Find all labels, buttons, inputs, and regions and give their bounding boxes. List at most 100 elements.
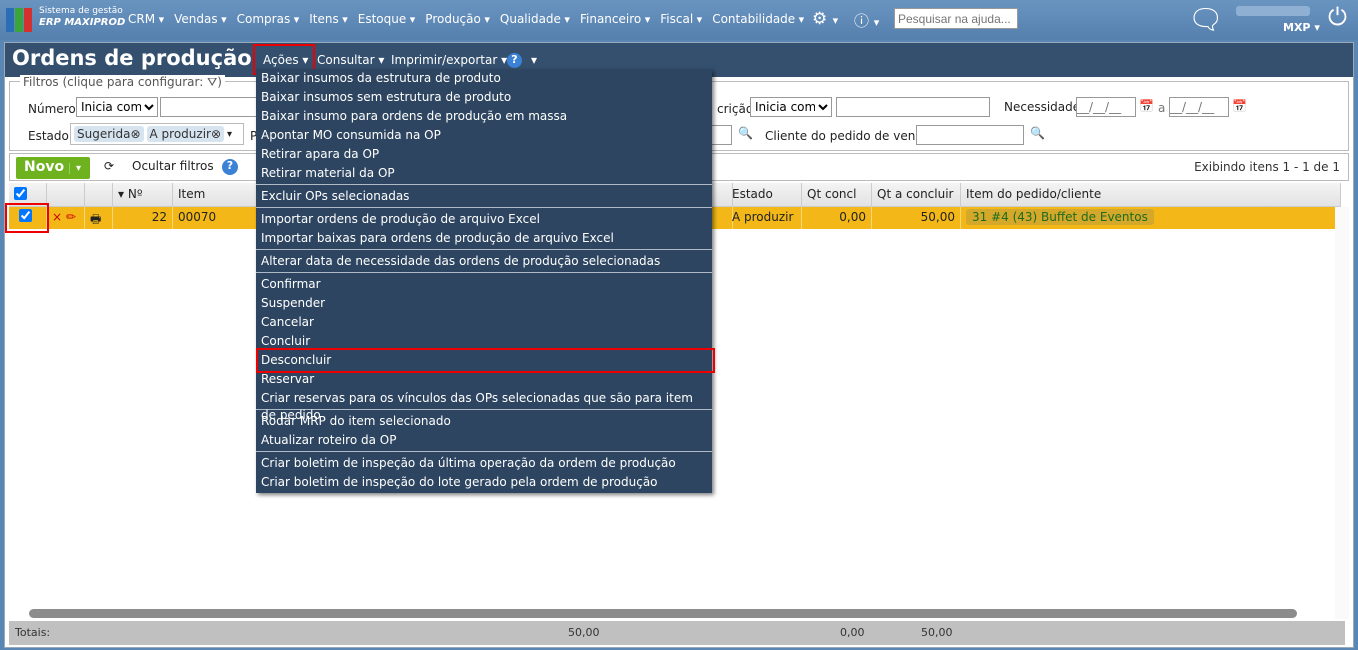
nav-estoque[interactable]: Estoque	[358, 12, 416, 26]
horizontal-scrollbar[interactable]	[29, 609, 1297, 618]
brand-line1: Sistema de gestão	[39, 6, 123, 16]
search-icon[interactable]: 🔍	[1030, 126, 1045, 140]
menu-item[interactable]: Baixar insumos sem estrutura de produto	[256, 88, 712, 107]
calendar-icon[interactable]: 📅	[1232, 99, 1247, 113]
gear-icon[interactable]: ⚙ ▾	[812, 9, 838, 29]
more-menu-button[interactable]: ▾	[531, 53, 537, 67]
menu-item[interactable]: Excluir OPs selecionadas	[256, 187, 712, 206]
necessidade-to-input[interactable]	[1169, 97, 1229, 117]
menu-item[interactable]: Importar baixas para ordens de produção …	[256, 229, 712, 248]
menu-item[interactable]: Confirmar	[256, 275, 712, 294]
brand-line2: ERP MAXIPROD	[39, 17, 126, 28]
user-name-blurred	[1236, 6, 1310, 16]
nav-contabilidade[interactable]: Contabilidade	[712, 12, 804, 26]
nav-qualidade[interactable]: Qualidade	[500, 12, 570, 26]
chat-icon[interactable]: 🗨	[1188, 3, 1224, 36]
novo-button[interactable]: Novo ▾	[16, 157, 90, 179]
company-selector[interactable]: MXP	[1283, 21, 1311, 34]
numero-operator-select[interactable]: Inicia com	[76, 97, 158, 117]
necessidade-label: Necessidade	[1004, 100, 1081, 114]
help-icon[interactable]: ⓘ ▾	[854, 10, 879, 31]
menu-item[interactable]: Atualizar roteiro da OP	[256, 431, 712, 450]
menu-item[interactable]: Suspender	[256, 294, 712, 313]
cell-no: 22	[113, 207, 173, 229]
menu-separator	[256, 272, 712, 273]
help-icon[interactable]: ?	[507, 53, 522, 68]
acoes-dropdown-menu: Baixar insumos da estrutura de produto Ba…	[256, 69, 712, 493]
estado-label: Estado	[28, 129, 69, 143]
help-icon[interactable]: ?	[222, 159, 238, 175]
col-no[interactable]: ▾ Nº	[113, 183, 173, 206]
search-icon[interactable]: 🔍	[738, 126, 753, 140]
menu-item[interactable]: Alterar data de necessidade das ordens d…	[256, 252, 712, 271]
filter-icon: ⛛	[207, 75, 218, 89]
nav-vendas[interactable]: Vendas	[174, 12, 227, 26]
power-icon[interactable]: ⏻	[1328, 3, 1347, 31]
delete-icon[interactable]: ×	[52, 210, 62, 224]
numero-label: Número	[28, 102, 76, 116]
cell-qt-a-concluir: 50,00	[872, 207, 961, 229]
p-input[interactable]	[710, 125, 732, 145]
consultar-menu-button[interactable]: Consultar ▾	[317, 53, 384, 67]
chip-a-produzir[interactable]: A produzir⊗	[146, 126, 225, 142]
menu-item[interactable]: Cancelar	[256, 313, 712, 332]
estado-multiselect[interactable]: Sugerida⊗ A produzir⊗ ▾	[70, 123, 244, 145]
pagination-info: Exibindo itens 1 - 1 de 1	[1194, 160, 1340, 174]
nav-fiscal[interactable]: Fiscal	[660, 12, 702, 26]
menu-separator	[256, 184, 712, 185]
filters-legend[interactable]: Filtros (clique para configurar: ⛛)	[20, 75, 225, 90]
necessidade-from-input[interactable]	[1076, 97, 1136, 117]
totals-row: Totais: 50,00 0,00 50,00	[9, 621, 1345, 645]
col-estado[interactable]: Estado	[727, 183, 802, 206]
total-1: 50,00	[568, 626, 600, 639]
logo	[6, 7, 34, 33]
menu-item[interactable]: Criar boletim de inspeção do lote gerado…	[256, 473, 712, 492]
chip-sugerida[interactable]: Sugerida⊗	[74, 126, 144, 142]
cliente-label: Cliente do pedido de venda	[765, 129, 931, 143]
help-search-input[interactable]	[894, 8, 1018, 29]
descricao-label: crição	[717, 102, 754, 116]
vertical-scrollbar[interactable]	[1335, 207, 1349, 619]
cell-estado: A produzir	[727, 207, 802, 229]
a-label: a	[1158, 101, 1166, 115]
numero-input[interactable]	[160, 97, 260, 117]
menu-separator	[256, 451, 712, 452]
ocultar-filtros-button[interactable]: Ocultar filtros	[132, 159, 214, 173]
nav-producao[interactable]: Produção	[425, 12, 490, 26]
col-qt-a-concluir[interactable]: Qt a concluir	[872, 183, 961, 206]
brand: Sistema de gestão ERP MAXIPROD	[39, 6, 125, 29]
col-item-pedido[interactable]: Item do pedido/cliente	[961, 183, 1341, 206]
menu-item[interactable]: Criar boletim de inspeção da última oper…	[256, 454, 712, 473]
top-bar: Sistema de gestãoERP MAXIPROD CRM Vendas…	[0, 0, 1358, 40]
menu-separator	[256, 207, 712, 208]
menu-item[interactable]: Importar ordens de produção de arquivo E…	[256, 210, 712, 229]
cliente-input[interactable]	[916, 125, 1024, 145]
totals-label: Totais:	[15, 626, 51, 639]
calendar-icon[interactable]: 📅	[1139, 99, 1154, 113]
edit-icon[interactable]: ✏	[66, 210, 76, 224]
menu-item[interactable]: Apontar MO consumida na OP	[256, 126, 712, 145]
print-icon[interactable]: 🖶	[85, 207, 113, 229]
menu-item[interactable]: Rodar MRP do item selecionado	[256, 412, 712, 431]
menu-item[interactable]: Retirar apara da OP	[256, 145, 712, 164]
refresh-icon[interactable]: ⟳	[104, 159, 114, 173]
nav-crm[interactable]: CRM	[128, 12, 164, 26]
total-qt-a-concluir: 50,00	[921, 626, 953, 639]
acoes-menu-button[interactable]: Ações ▾	[263, 53, 308, 67]
menu-item[interactable]: Baixar insumo para ordens de produção em…	[256, 107, 712, 126]
cell-item-pedido-link[interactable]: 31 #4 (43) Buffet de Eventos	[966, 209, 1154, 225]
imprimir-menu-button[interactable]: Imprimir/exportar ▾	[391, 53, 507, 67]
menu-separator	[256, 249, 712, 250]
nav-compras[interactable]: Compras	[237, 12, 300, 26]
menu-item[interactable]: Criar reservas para os vínculos das OPs …	[256, 389, 712, 422]
cell-qt-concl: 0,00	[802, 207, 872, 229]
descricao-input[interactable]	[836, 97, 990, 117]
menu-item[interactable]: Retirar material da OP	[256, 164, 712, 183]
nav-itens[interactable]: Itens	[309, 12, 348, 26]
nav-financeiro[interactable]: Financeiro	[580, 12, 650, 26]
col-qt-concl[interactable]: Qt concl	[802, 183, 872, 206]
menu-item[interactable]: Baixar insumos da estrutura de produto	[256, 69, 712, 88]
total-qt-concl: 0,00	[840, 626, 865, 639]
descricao-operator-select[interactable]: Inicia com	[750, 97, 832, 117]
page-title: Ordens de produção	[12, 46, 252, 70]
